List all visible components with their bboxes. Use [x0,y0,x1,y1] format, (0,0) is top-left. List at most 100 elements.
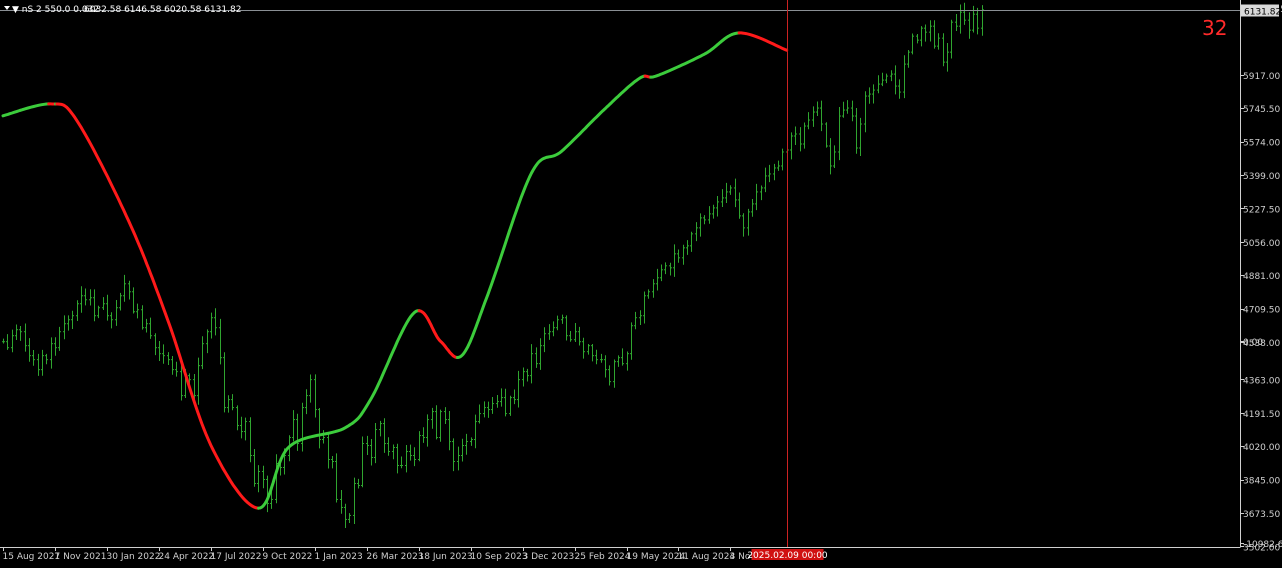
ohlc-bar [370,439,373,466]
ohlc-bar [565,315,568,340]
ohlc-bar [418,431,421,461]
x-tick-label: 26 Mar 2023 [367,552,424,562]
ohlc-bar [877,75,880,93]
trend-line-rising-segment [651,33,739,77]
ohlc-bar [885,74,888,84]
ohlc-bar [465,434,468,455]
ohlc-bar [136,304,139,319]
ohlc-bar [6,334,9,350]
ohlc-bar [535,347,538,368]
ohlc-bar [734,179,737,208]
ohlc-bar [474,415,477,449]
ohlc-bar [747,209,750,236]
ohlc-bar [305,389,308,414]
ohlc-bar [11,330,14,353]
ohlc-bar [621,348,624,365]
ohlc-bar [45,354,48,364]
ohlc-bar [348,513,351,523]
ohlc-bar [907,50,910,68]
ohlc-bar [660,265,663,282]
ohlc-bar [656,269,659,291]
ohlc-bar [972,6,975,33]
ohlc-bar [452,438,455,471]
ohlc-bar [846,100,849,114]
trend-line-falling-segment [419,311,457,358]
ohlc-bar [426,414,429,446]
bar-countdown: 32 [1202,16,1227,40]
ohlc-bar [851,101,854,122]
ohlc-bar [457,447,460,471]
ohlc-bar [716,196,719,217]
ohlc-bar [643,291,646,323]
ohlc-bar [50,337,53,368]
ohlc-bar [491,397,494,414]
ohlc-bar [929,20,932,41]
ohlc-bar [244,418,247,441]
y-tick-label: 5574.00 [1243,139,1280,149]
price-chart[interactable]: 18057.5586131.825917.005745.505574.00539… [0,0,1282,564]
trend-line-rising-segment [3,104,49,116]
ohlc-bar [543,327,546,352]
ohlc-bar [128,281,131,300]
x-tick-label: 3 Dec 2023 [523,552,575,562]
y-tick-label: 5056.00 [1243,239,1280,249]
ohlc-bar [318,408,321,448]
ohlc-bar [405,445,408,472]
ohlc-bar [699,213,702,236]
ohlc-bar [924,25,927,42]
ohlc-bar [439,410,442,442]
ohlc-bar [340,490,343,514]
ohlc-bar [322,430,325,443]
ohlc-bar [799,127,802,151]
ohlc-bar [145,319,148,333]
ohlc-bar [84,288,87,305]
ohlc-bar [859,118,862,156]
x-tick-label: 11 Aug 2024 [678,552,736,562]
ohlc-bar [119,293,122,311]
y-tick-label: 3673.50 [1243,510,1280,520]
ohlc-bar [955,14,958,31]
trend-line-falling-segment [739,33,787,50]
ohlc-bar [296,414,299,451]
ohlc-bar [894,65,897,94]
ohlc-bar [478,404,481,423]
ohlc-bar [28,338,31,362]
ohlc-bar [587,344,590,355]
ohlc-bar [422,427,425,443]
y-tick-label: 4020.00 [1243,443,1280,453]
ohlc-bar [959,4,962,33]
ohlc-bar [794,127,797,145]
ohlc-bar [721,189,724,207]
ohlc-bar [54,337,57,356]
ohlc-bar [162,344,165,363]
ohlc-bar [80,286,83,312]
ohlc-bar [613,360,616,388]
ohlc-bar [89,289,92,305]
ohlc-bar [444,407,447,424]
ohlc-bar [652,279,655,298]
ohlc-bar [249,417,252,462]
ohlc-bar [214,308,217,335]
ohlc-bar [483,401,486,417]
ohlc-bar [2,339,5,344]
ohlc-bar [920,26,923,46]
ohlc-bar [755,184,758,210]
ohlc-bar [911,34,914,55]
ohlc-bar [366,436,369,455]
ohlc-bar [725,183,728,203]
ohlc-bar [548,324,551,340]
ohlc-bar [513,389,516,404]
y-tick-label: 4191.50 [1243,410,1280,420]
chart-svg[interactable]: 18057.5586131.825917.005745.505574.00539… [0,0,1282,564]
x-tick-label: 9 Oct 2022 [263,552,313,562]
ohlc-bar [71,311,74,329]
ohlc-bar [58,327,61,351]
y-tick-label: 5917.00 [1243,72,1280,82]
y-tick-label: 0.00 [1243,338,1263,348]
ohlc-bar [175,362,178,377]
ohlc-bar [946,43,949,72]
collapse-triangle-icon[interactable] [4,6,10,10]
ohlc-bar [37,354,40,376]
ohlc-bar [236,405,239,430]
ohlc-bar [751,199,754,217]
